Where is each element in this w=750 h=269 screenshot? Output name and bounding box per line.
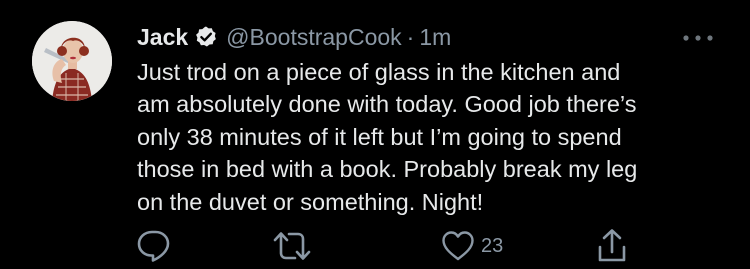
reply-button[interactable] — [136, 228, 172, 264]
separator-dot: · — [406, 23, 415, 50]
verified-badge-icon — [194, 25, 218, 49]
heart-icon — [441, 230, 475, 262]
like-count: 23 — [481, 234, 504, 257]
retweet-button[interactable] — [272, 228, 312, 264]
like-button[interactable]: 23 — [441, 228, 503, 264]
more-options-icon[interactable] — [676, 28, 720, 48]
reply-icon — [136, 229, 172, 263]
share-icon — [596, 228, 628, 264]
retweet-icon — [272, 229, 312, 263]
tweet-text: Just trod on a piece of glass in the kit… — [137, 59, 638, 215]
tweet[interactable]: Jack @BootstrapCook · 1m Just trod on a … — [0, 0, 750, 269]
author-handle[interactable]: @BootstrapCook — [226, 24, 402, 51]
author-name[interactable]: Jack — [137, 24, 188, 51]
avatar[interactable] — [32, 21, 112, 101]
tweet-header: Jack @BootstrapCook · 1m — [137, 20, 451, 54]
share-button[interactable] — [596, 228, 628, 264]
action-bar: 23 — [0, 228, 750, 264]
timestamp[interactable]: 1m — [419, 24, 451, 51]
avatar-photo — [32, 21, 112, 101]
